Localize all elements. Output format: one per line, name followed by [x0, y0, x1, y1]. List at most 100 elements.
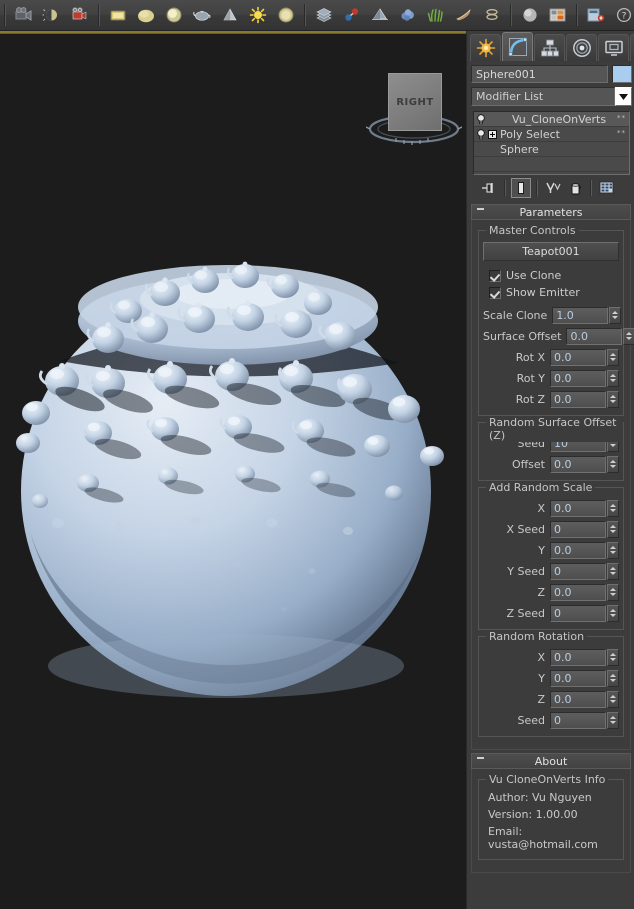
- sphere-icon[interactable]: [160, 2, 188, 29]
- help-icon[interactable]: ?: [610, 2, 634, 29]
- configure-sets-icon[interactable]: [597, 178, 617, 198]
- sphere-tan-icon[interactable]: [272, 2, 300, 29]
- spinner-label: Rot X: [483, 351, 550, 364]
- checkbox-label: Show Emitter: [506, 286, 580, 299]
- grass-icon[interactable]: [422, 2, 450, 29]
- box-icon[interactable]: [104, 2, 132, 29]
- light-bulb-icon[interactable]: [474, 129, 488, 140]
- checkbox-box[interactable]: [489, 287, 501, 299]
- pick-emitter-button[interactable]: Teapot001: [483, 242, 619, 261]
- spinner-arrows[interactable]: [607, 563, 619, 580]
- pyramid-icon[interactable]: [366, 2, 394, 29]
- show-end-result-icon[interactable]: [511, 178, 531, 198]
- spinner-value[interactable]: 0.0: [550, 649, 606, 666]
- spinner-arrows[interactable]: [607, 584, 619, 601]
- cone-icon[interactable]: [216, 2, 244, 29]
- spinner-value[interactable]: 0: [550, 563, 606, 580]
- about-info-group: Vu CloneOnVerts Info Author: Vu Nguyen V…: [478, 779, 624, 860]
- spinner-value[interactable]: 0.0: [550, 584, 606, 601]
- spinner-arrows[interactable]: [607, 456, 619, 473]
- modifier-stack[interactable]: Vu_CloneOnVerts ** Poly Select **: [473, 111, 630, 175]
- spinner-label: Y: [483, 544, 550, 557]
- spinner-arrows[interactable]: [607, 649, 619, 666]
- motion-tab[interactable]: [566, 34, 597, 61]
- spinner-arrows[interactable]: [607, 712, 619, 729]
- rollout-title: Parameters: [520, 206, 583, 219]
- checkbox-label: Use Clone: [506, 269, 561, 282]
- spinner-arrows[interactable]: [609, 307, 621, 324]
- modify-tab[interactable]: [502, 32, 533, 61]
- modifier-stack-item-poly-select[interactable]: Poly Select **: [474, 127, 629, 142]
- collapse-icon[interactable]: [477, 208, 484, 210]
- rot-x-spinner: Rot X 0.0: [483, 347, 619, 367]
- view-cube-face-label[interactable]: RIGHT: [388, 73, 442, 131]
- sphere-gold-icon[interactable]: [132, 2, 160, 29]
- spiral-icon[interactable]: [478, 2, 506, 29]
- viewport[interactable]: RIGHT: [0, 31, 466, 909]
- collapse-icon[interactable]: [477, 757, 484, 759]
- spinner-value[interactable]: 0: [550, 712, 606, 729]
- spinner-arrows[interactable]: [607, 500, 619, 517]
- schematic-view-icon[interactable]: [582, 2, 610, 29]
- hierarchy-tab[interactable]: [534, 34, 565, 61]
- spinner-value[interactable]: 0.0: [550, 670, 606, 687]
- pin-icon[interactable]: [479, 178, 499, 198]
- layers-icon[interactable]: [310, 2, 338, 29]
- create-tab[interactable]: [470, 34, 501, 61]
- checkbox-box[interactable]: [489, 270, 501, 282]
- spinner-value[interactable]: 0.0: [550, 391, 606, 408]
- spinner-arrows[interactable]: [607, 349, 619, 366]
- spinner-value[interactable]: 0.0: [566, 328, 622, 345]
- light-bulb-icon[interactable]: [474, 114, 488, 125]
- modifier-markers: **: [617, 114, 626, 122]
- teapot-icon[interactable]: [188, 2, 216, 29]
- spinner-value[interactable]: 1.0: [552, 307, 608, 324]
- make-unique-icon[interactable]: [543, 178, 563, 198]
- trash-icon[interactable]: [565, 178, 585, 198]
- group-label: Vu CloneOnVerts Info: [486, 773, 608, 786]
- utilities-tab[interactable]: [630, 34, 634, 61]
- sun-icon[interactable]: [244, 2, 272, 29]
- toolbar-separator: [590, 180, 592, 196]
- modifier-list-dropdown[interactable]: Modifier List: [471, 87, 615, 106]
- light-icon[interactable]: [38, 2, 66, 29]
- display-tab[interactable]: [598, 34, 629, 61]
- modifier-stack-item-vu-cloneonverts[interactable]: Vu_CloneOnVerts **: [474, 112, 629, 127]
- sphere-gray-icon[interactable]: [516, 2, 544, 29]
- spinner-arrows[interactable]: [607, 391, 619, 408]
- spinner-value[interactable]: 0: [550, 521, 606, 538]
- spinner-arrows[interactable]: [623, 328, 634, 345]
- object-color-swatch[interactable]: [612, 65, 632, 83]
- use-clone-checkbox[interactable]: Use Clone: [483, 267, 619, 284]
- render-setup-icon[interactable]: [66, 2, 94, 29]
- spinner-value[interactable]: 0.0: [550, 691, 606, 708]
- object-name-input[interactable]: Sphere001: [471, 65, 608, 83]
- spinner-arrows[interactable]: [607, 670, 619, 687]
- chevron-down-icon[interactable]: [615, 87, 632, 106]
- material-browser-icon[interactable]: [544, 2, 572, 29]
- spinner-arrows[interactable]: [607, 370, 619, 387]
- ars-x-spinner: X 0.0: [483, 498, 619, 518]
- cloud-icon[interactable]: [394, 2, 422, 29]
- spinner-arrows[interactable]: [607, 691, 619, 708]
- ars-z-seed-spinner: Z Seed 0: [483, 603, 619, 623]
- about-rollout-header[interactable]: About: [471, 753, 631, 769]
- show-emitter-checkbox[interactable]: Show Emitter: [483, 284, 619, 301]
- modifier-stack-item-sphere[interactable]: Sphere: [474, 142, 629, 157]
- spinner-arrows[interactable]: [607, 542, 619, 559]
- spinner-value[interactable]: 0.0: [550, 456, 606, 473]
- spinner-value[interactable]: 0: [550, 605, 606, 622]
- view-cube[interactable]: RIGHT: [366, 67, 462, 153]
- spinner-value[interactable]: 0.0: [550, 542, 606, 559]
- spinner-arrows[interactable]: [607, 605, 619, 622]
- feather-icon[interactable]: [450, 2, 478, 29]
- spinner-value[interactable]: 0.0: [550, 370, 606, 387]
- spinner-value[interactable]: 0.0: [550, 349, 606, 366]
- camera-icon[interactable]: [10, 2, 38, 29]
- ars-y-seed-spinner: Y Seed 0: [483, 561, 619, 581]
- expand-modifier-icon[interactable]: [488, 130, 497, 139]
- spinner-arrows[interactable]: [607, 521, 619, 538]
- parameters-rollout-header[interactable]: Parameters: [471, 204, 631, 220]
- spinner-value[interactable]: 0.0: [550, 500, 606, 517]
- atoms-icon[interactable]: [338, 2, 366, 29]
